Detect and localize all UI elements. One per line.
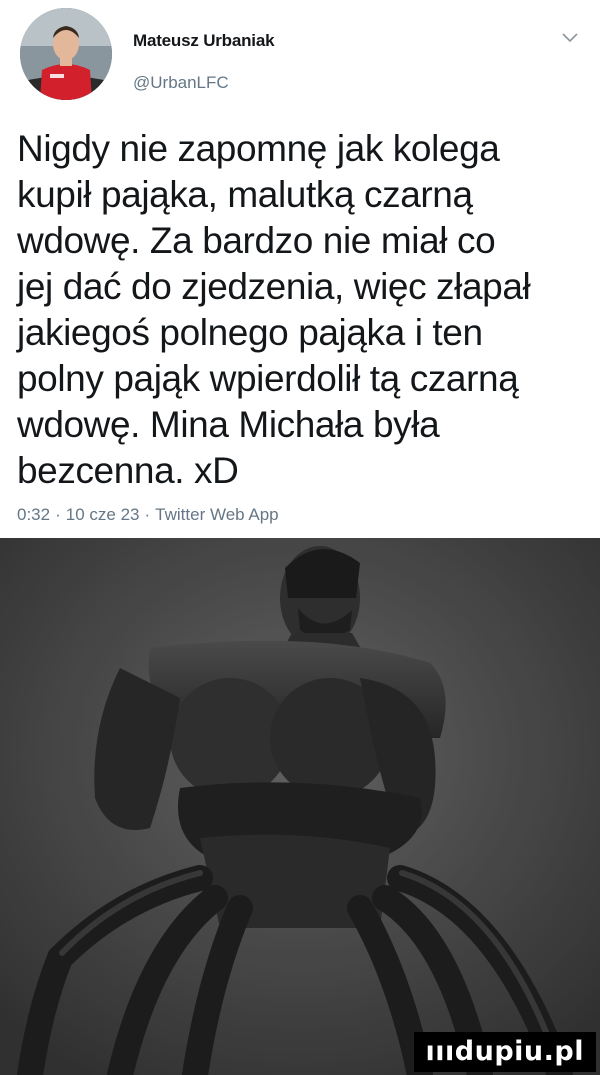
author-name[interactable]: Mateusz Urbaniak (133, 31, 275, 51)
tweet-time[interactable]: 0:32 (17, 505, 50, 525)
tweet-source-app[interactable]: Twitter Web App (155, 505, 278, 525)
tweet-card: Mateusz Urbaniak @UrbanLFC Nigdy nie zap… (0, 0, 600, 538)
tweet-text: Nigdy nie zapomnę jak kolega kupił pająk… (17, 128, 531, 491)
separator-dot: · (55, 505, 61, 524)
tweet-date[interactable]: 10 cze 23 (66, 505, 140, 525)
muscular-man-spider-legs-image (0, 538, 600, 1075)
author-handle[interactable]: @UrbanLFC (133, 73, 229, 93)
author-avatar[interactable] (20, 8, 112, 100)
meme-image: ıııdupiu.pl (0, 538, 600, 1075)
chevron-down-icon[interactable] (560, 30, 580, 44)
separator-dot: · (144, 505, 151, 524)
screenshot: Mateusz Urbaniak @UrbanLFC Nigdy nie zap… (0, 0, 600, 1075)
tweet-metadata: 0:32 · 10 cze 23 · Twitter Web App (17, 505, 279, 525)
site-watermark: ıııdupiu.pl (413, 1032, 596, 1072)
avatar-image (20, 8, 112, 100)
